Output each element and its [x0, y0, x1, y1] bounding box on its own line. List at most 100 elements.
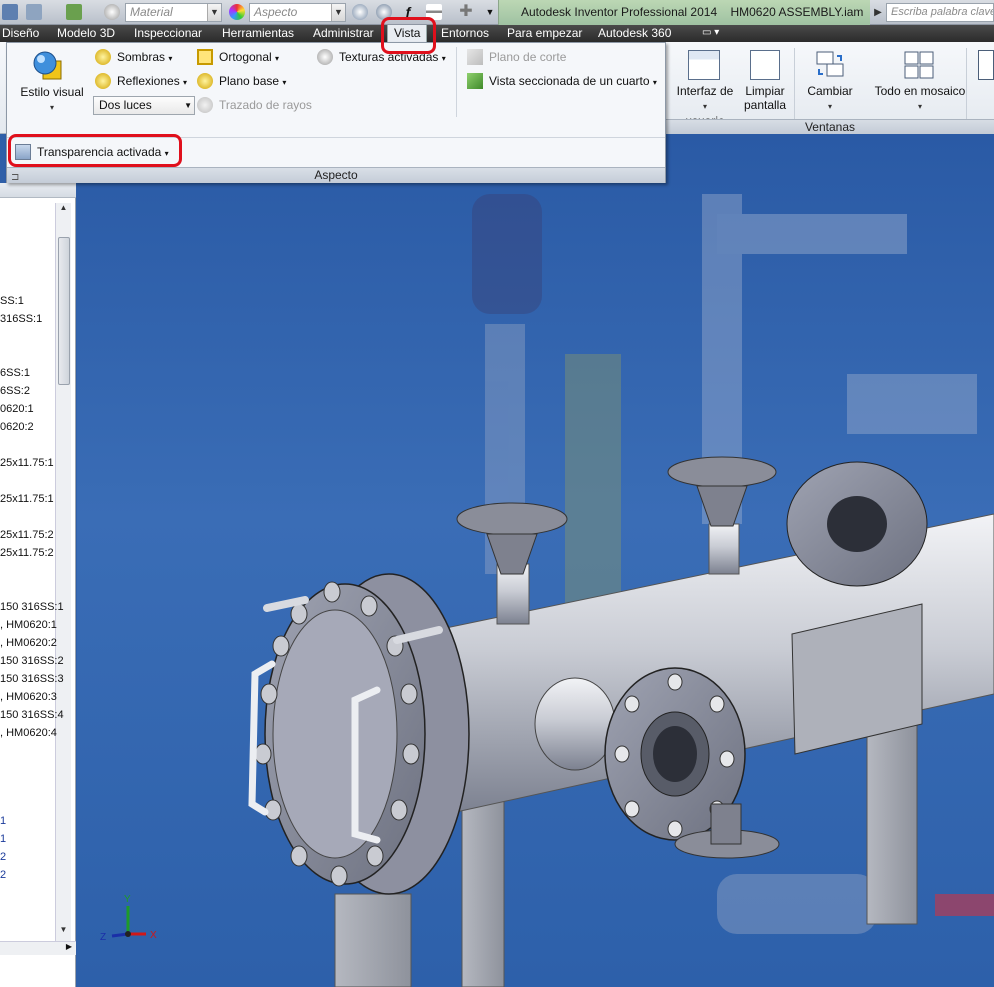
clean-screen-button[interactable]: Limpiar pantalla: [740, 84, 790, 112]
update-icon[interactable]: [66, 4, 82, 20]
windows-panel-label: Ventanas: [804, 120, 856, 134]
browser-node[interactable]: 316SS:1: [0, 313, 42, 325]
tab-autodesk-360[interactable]: Autodesk 360: [598, 25, 671, 42]
chevron-down-icon[interactable]: ▼: [207, 4, 221, 21]
browser-node[interactable]: 2: [0, 869, 6, 881]
aspect-panel-label: Aspecto: [314, 168, 358, 182]
reflections-label: Reflexiones: [117, 74, 180, 88]
textures-icon: [317, 49, 333, 65]
browser-node[interactable]: 1: [0, 833, 6, 845]
panel-separator: [794, 48, 795, 124]
browser-toolbar: [0, 183, 76, 198]
chevron-down-icon: ▾: [917, 102, 922, 111]
browser-node[interactable]: 25x11.75:1: [0, 493, 54, 505]
browser-node[interactable]: 25x11.75:2: [0, 529, 54, 541]
scroll-thumb[interactable]: [58, 237, 70, 385]
adjust-icon[interactable]: [352, 4, 368, 20]
clean-screen-label-2: pantalla: [743, 98, 787, 112]
tab-diseno[interactable]: Diseño: [2, 25, 39, 42]
panel-toggle-icon[interactable]: ▭ ▾: [702, 25, 719, 42]
browser-node[interactable]: , HM0620:4: [0, 727, 57, 739]
switch-window-button[interactable]: Cambiar ▾: [800, 84, 860, 114]
plus-icon[interactable]: ✚: [458, 4, 474, 20]
chevron-right-icon[interactable]: ▶: [872, 3, 884, 22]
switch-window-icon[interactable]: [815, 50, 845, 80]
appearance-combo[interactable]: Aspecto ▼: [249, 3, 346, 22]
help-search-input[interactable]: Escriba palabra clave o frase: [886, 3, 994, 22]
browser-node[interactable]: 6SS:1: [0, 367, 30, 379]
aspect-panel-title: ⊐ Aspecto: [7, 167, 665, 183]
user-interface-icon[interactable]: [688, 50, 720, 80]
browser-node[interactable]: , HM0620:3: [0, 691, 57, 703]
customize-arrow-icon[interactable]: ▼: [482, 4, 498, 20]
chevron-down-icon: ▾: [168, 54, 173, 63]
browser-node[interactable]: SS:1: [0, 295, 24, 307]
reflections-button[interactable]: Reflexiones ▾: [117, 74, 187, 88]
scroll-up-icon[interactable]: ▲: [56, 203, 71, 217]
highlight-vista-tab: [381, 17, 436, 54]
highlight-transparency: [8, 134, 182, 167]
clean-screen-icon[interactable]: [750, 50, 780, 80]
browser-node[interactable]: 150 316SS:4: [0, 709, 64, 721]
browser-node[interactable]: 150 316SS:3: [0, 673, 64, 685]
browser-node[interactable]: 6SS:2: [0, 385, 30, 397]
windows-panel-title: Ventanas: [666, 119, 994, 134]
visual-style-label: Estilo visual: [20, 85, 84, 99]
shadows-button[interactable]: Sombras ▾: [117, 50, 172, 64]
tab-herramientas[interactable]: Herramientas: [222, 25, 294, 42]
ground-plane-button[interactable]: Plano base ▾: [219, 74, 286, 88]
browser-node[interactable]: , HM0620:2: [0, 637, 57, 649]
lighting-select[interactable]: Dos luces ▼: [93, 96, 195, 115]
save-icon[interactable]: [2, 4, 18, 20]
browser-node[interactable]: 25x11.75:2: [0, 547, 54, 559]
panel-separator: [456, 47, 457, 117]
reflections-icon: [95, 73, 111, 89]
tile-all-icon[interactable]: [903, 50, 935, 80]
axis-y-label: Y: [124, 894, 131, 905]
ray-tracing-button[interactable]: Trazado de rayos: [219, 98, 312, 112]
browser-node[interactable]: 150 316SS:2: [0, 655, 64, 667]
assembly-model[interactable]: [77, 134, 994, 987]
visual-style-button[interactable]: Estilo visual ▾: [13, 85, 91, 115]
cascade-icon[interactable]: [978, 50, 994, 80]
window-title: Autodesk Inventor Professional 2014 HM06…: [498, 0, 870, 25]
browser-hscroll[interactable]: ▶: [0, 941, 76, 955]
ground-plane-label: Plano base: [219, 74, 280, 88]
scroll-down-icon[interactable]: ▼: [56, 925, 71, 939]
browser-node[interactable]: 0620:1: [0, 403, 34, 415]
tab-inspeccionar[interactable]: Inspeccionar: [134, 25, 202, 42]
pin-icon[interactable]: ⊐: [11, 170, 19, 185]
browser-scrollbar[interactable]: ▲ ▼: [55, 203, 71, 953]
print-icon[interactable]: [26, 4, 42, 20]
browser-node[interactable]: 0620:2: [0, 421, 34, 433]
axis-x-label: X: [150, 930, 157, 941]
material-combo[interactable]: Material ▼: [125, 3, 222, 22]
orthographic-label: Ortogonal: [219, 50, 272, 64]
document-title: HM0620 ASSEMBLY.iam: [730, 5, 864, 19]
nozzle-flange-left: [456, 502, 568, 536]
section-plane-button[interactable]: Plano de corte: [489, 50, 566, 64]
switch-window-label: Cambiar: [807, 84, 853, 98]
quarter-section-button[interactable]: Vista seccionada de un cuarto ▾: [489, 74, 657, 88]
tab-administrar[interactable]: Administrar: [313, 25, 374, 42]
browser-node[interactable]: , HM0620:1: [0, 619, 57, 631]
tab-entornos[interactable]: Entornos: [441, 25, 489, 42]
tab-para-empezar[interactable]: Para empezar: [507, 25, 582, 42]
chevron-down-icon[interactable]: ▼: [331, 4, 345, 21]
tile-all-button[interactable]: Todo en mosaico ▾: [868, 84, 972, 114]
visual-style-icon[interactable]: [31, 49, 65, 83]
graphics-viewport[interactable]: [77, 134, 994, 987]
clean-screen-label-1: Limpiar: [745, 84, 785, 98]
chevron-down-icon[interactable]: ▼: [184, 97, 192, 114]
support-leg-left: [334, 893, 412, 987]
orthographic-button[interactable]: Ortogonal ▾: [219, 50, 279, 64]
browser-node[interactable]: 150 316SS:1: [0, 601, 64, 613]
appearance-placeholder: Aspecto: [254, 5, 298, 19]
browser-node[interactable]: 1: [0, 815, 6, 827]
tab-modelo-3d[interactable]: Modelo 3D: [57, 25, 115, 42]
model-browser[interactable]: ▲ ▼ SS:1 316SS:1 6SS:1 6SS:2 0620:1 0620…: [0, 183, 76, 987]
help-search-placeholder: Escriba palabra clave o frase: [891, 6, 994, 18]
browser-node[interactable]: 2: [0, 851, 6, 863]
browser-node[interactable]: 25x11.75:1: [0, 457, 54, 469]
scroll-right-icon[interactable]: ▶: [66, 942, 72, 951]
